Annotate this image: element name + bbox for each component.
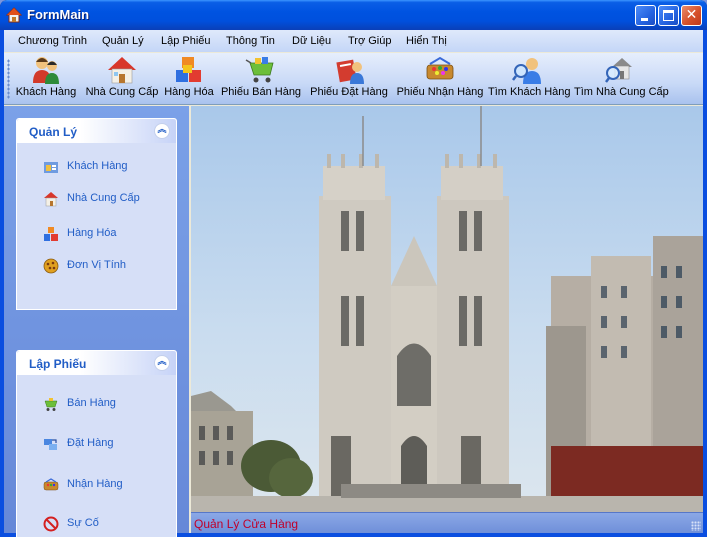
group-lap-phieu: Lập Phiếu ︽ Bán Hàng Đặt Hàng Nhận Hàng … bbox=[16, 350, 177, 537]
status-bar: Quản Lý Cửa Hàng bbox=[191, 512, 703, 533]
menu-tro-giup[interactable]: Trợ Giúp bbox=[348, 35, 391, 47]
toolbar-goods-button[interactable]: Hàng Hóa bbox=[162, 55, 216, 103]
receive-box-icon bbox=[426, 56, 454, 80]
status-text: Quản Lý Cửa Hàng bbox=[194, 517, 299, 531]
toolbar-suppliers-label: Nhà Cung Cấp bbox=[85, 86, 159, 98]
cart-icon bbox=[245, 57, 274, 83]
group-lap-phieu-header[interactable]: Lập Phiếu ︽ bbox=[17, 351, 176, 375]
menu-hien-thi[interactable]: Hiển Thị bbox=[406, 35, 447, 47]
minimize-icon bbox=[641, 18, 648, 21]
toolbar-goods-label: Hàng Hóa bbox=[164, 86, 214, 98]
nav-item-label: Nhận Hàng bbox=[67, 478, 123, 490]
supplier-icon bbox=[44, 192, 58, 207]
toolbar-customers-label: Khách Hàng bbox=[15, 86, 77, 98]
window-border-right bbox=[703, 30, 707, 537]
search-house-icon bbox=[605, 58, 632, 83]
unit-icon bbox=[43, 258, 59, 274]
menu-lap-phieu[interactable]: Lập Phiếu bbox=[161, 35, 211, 47]
toolbar-grip[interactable] bbox=[7, 59, 10, 99]
nav-item-label: Đặt Hàng bbox=[67, 437, 114, 449]
window-title: FormMain bbox=[27, 7, 90, 22]
nav-item-label: Sự Cố bbox=[67, 517, 99, 529]
menu-bar: Chương Trình Quản Lý Lập Phiếu Thông Tin… bbox=[4, 30, 703, 52]
nav-item-label: Khách Hàng bbox=[67, 160, 128, 172]
close-icon: ✕ bbox=[685, 7, 698, 23]
menu-chuong-trinh[interactable]: Chương Trình bbox=[18, 35, 87, 47]
background-cathedral-image bbox=[191, 106, 703, 512]
close-button[interactable]: ✕ bbox=[681, 5, 702, 26]
customers-icon bbox=[33, 57, 59, 84]
toolbar-find-customer-button[interactable]: Tìm Khách Hàng bbox=[488, 55, 571, 103]
maximize-icon bbox=[663, 10, 674, 21]
resize-grip-icon[interactable] bbox=[691, 521, 701, 531]
nav-item-label: Nhà Cung Cấp bbox=[67, 192, 140, 204]
client-area: Chương Trình Quản Lý Lập Phiếu Thông Tin… bbox=[4, 30, 703, 537]
menu-du-lieu[interactable]: Dữ Liệu bbox=[292, 35, 331, 47]
group-quan-ly-header[interactable]: Quản Lý ︽ bbox=[17, 119, 176, 143]
group-lap-phieu-title: Lập Phiếu bbox=[29, 357, 87, 371]
main-window: FormMain ✕ Chương Trình Quản Lý Lập Phiế… bbox=[0, 0, 707, 537]
order-icon bbox=[44, 439, 57, 450]
menu-thong-tin[interactable]: Thông Tin bbox=[226, 35, 275, 47]
toolbar-customers-button[interactable]: Khách Hàng bbox=[14, 55, 78, 103]
order-pen-icon bbox=[336, 59, 364, 84]
menu-quan-ly[interactable]: Quản Lý bbox=[102, 35, 144, 47]
nav-item-label: Đơn Vị Tính bbox=[67, 259, 126, 271]
toolbar-order-slip-label: Phiếu Đặt Hàng bbox=[310, 86, 388, 98]
app-house-icon bbox=[6, 7, 22, 23]
cubes-icon bbox=[176, 57, 201, 82]
navigation-panel: Quản Lý ︽ Khách Hàng Nhà Cung Cấp Hàng H… bbox=[4, 106, 189, 537]
toolbar: Khách Hàng Nhà Cung Cấp Hàng Hóa Phiếu B… bbox=[4, 53, 703, 105]
toolbar-receipt-slip-label: Phiếu Nhận Hàng bbox=[396, 86, 484, 98]
receive-icon bbox=[43, 478, 59, 491]
toolbar-find-customer-label: Tìm Khách Hàng bbox=[488, 86, 571, 98]
sale-cart-icon bbox=[44, 398, 58, 411]
collapse-chevron-up-icon[interactable]: ︽ bbox=[154, 123, 170, 139]
toolbar-suppliers-button[interactable]: Nhà Cung Cấp bbox=[84, 55, 160, 103]
nav-item-label: Hàng Hóa bbox=[67, 227, 117, 239]
toolbar-sales-slip-button[interactable]: Phiếu Bán Hàng bbox=[220, 55, 302, 103]
group-quan-ly-title: Quản Lý bbox=[29, 125, 78, 139]
cathedral-photo bbox=[191, 106, 703, 512]
toolbar-receipt-slip-button[interactable]: Phiếu Nhận Hàng bbox=[396, 55, 484, 103]
title-bar[interactable]: FormMain ✕ bbox=[0, 0, 707, 30]
no-entry-icon bbox=[43, 516, 59, 532]
customer-icon bbox=[44, 162, 58, 173]
toolbar-order-slip-button[interactable]: Phiếu Đặt Hàng bbox=[308, 55, 390, 103]
toolbar-find-supplier-label: Tìm Nhà Cung Cấp bbox=[574, 86, 669, 98]
collapse-chevron-up-icon[interactable]: ︽ bbox=[154, 355, 170, 371]
minimize-button[interactable] bbox=[635, 5, 656, 26]
house-icon bbox=[108, 57, 136, 84]
toolbar-sales-slip-label: Phiếu Bán Hàng bbox=[220, 86, 302, 98]
search-user-icon bbox=[512, 58, 541, 84]
group-quan-ly: Quản Lý ︽ Khách Hàng Nhà Cung Cấp Hàng H… bbox=[16, 118, 177, 310]
nav-item-label: Bán Hàng bbox=[67, 397, 116, 409]
toolbar-find-supplier-button[interactable]: Tìm Nhà Cung Cấp bbox=[574, 55, 669, 103]
goods-icon bbox=[44, 227, 58, 241]
maximize-button[interactable] bbox=[658, 5, 679, 26]
